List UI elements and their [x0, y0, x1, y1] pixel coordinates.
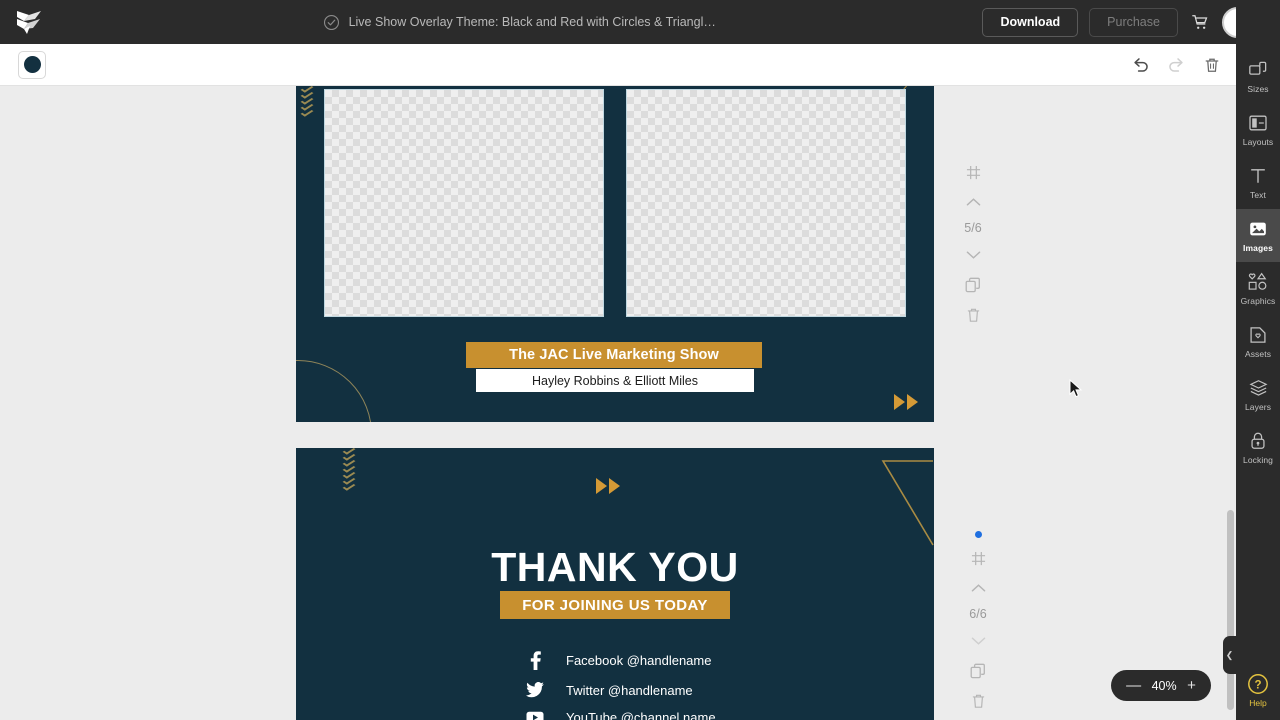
trash-icon[interactable]	[963, 305, 983, 325]
sidebar-item-label: Sizes	[1247, 83, 1269, 94]
sidebar-item-label: Locking	[1243, 454, 1273, 465]
sidebar-item-label: Assets	[1244, 348, 1272, 359]
sidebar-item-label: Layouts	[1242, 136, 1274, 147]
sidebar-item-graphics[interactable]: Graphics	[1236, 262, 1280, 315]
slide5-subtitle-plate[interactable]: Hayley Robbins & Elliott Miles	[476, 369, 754, 392]
history-actions	[1130, 55, 1222, 75]
canvas-slide-6[interactable]: THANK YOU FOR JOINING US TODAY Facebook …	[296, 448, 934, 720]
chevron-left-icon: ❮	[1225, 649, 1234, 660]
grid-icon[interactable]	[963, 162, 983, 182]
facebook-icon	[526, 651, 544, 670]
social-label: Twitter @handlename	[566, 682, 693, 698]
help-button[interactable]: ? Help	[1236, 673, 1280, 708]
duplicate-icon[interactable]	[968, 661, 988, 681]
sidebar-item-label: Images	[1243, 242, 1273, 253]
question-mark-circle-icon: ?	[1248, 674, 1268, 694]
slide5-title: The JAC Live Marketing Show	[509, 347, 719, 363]
redo-arrow-icon[interactable]	[1166, 55, 1186, 75]
photo-placeholder-right[interactable]	[626, 89, 906, 317]
mouse-cursor	[1069, 379, 1083, 398]
help-label: Help	[1249, 698, 1267, 708]
download-button[interactable]: Download	[982, 7, 1079, 37]
sidebar-item-sizes[interactable]: Sizes	[1236, 50, 1280, 103]
element-toolbar	[0, 44, 1236, 86]
brand-logo[interactable]	[0, 10, 56, 35]
gold-double-arrow-icon	[596, 478, 620, 494]
social-label: Facebook @handlename	[566, 653, 712, 668]
page-indicator: 6/6	[969, 607, 987, 621]
purchase-button[interactable]: Purchase	[1089, 7, 1178, 37]
sidebar-item-label: Layers	[1244, 401, 1272, 412]
top-bar: Live Show Overlay Theme: Black and Red w…	[0, 0, 1280, 44]
layouts-icon	[1248, 113, 1268, 134]
zoom-in-button[interactable]: +	[1187, 678, 1196, 693]
canvas-scroll-area[interactable]: The JAC Live Marketing Show Hayley Robbi…	[0, 86, 1236, 720]
editor-window: Live Show Overlay Theme: Black and Red w…	[0, 0, 1280, 720]
chevron-up-icon[interactable]	[968, 578, 988, 598]
page-controls-5: 5/6	[950, 162, 996, 325]
sidebar-item-locking[interactable]: Locking	[1236, 421, 1280, 474]
sidebar-item-images[interactable]: Images	[1236, 209, 1280, 262]
layers-stack-icon	[1248, 378, 1269, 399]
duplicate-icon[interactable]	[963, 275, 983, 295]
svg-text:?: ?	[1254, 679, 1261, 691]
page-controls-6: 6/6	[955, 531, 1001, 711]
image-icon	[1248, 219, 1268, 240]
sidebar-item-assets[interactable]: Assets	[1236, 315, 1280, 368]
slide5-title-plate[interactable]: The JAC Live Marketing Show	[466, 342, 762, 368]
gold-quarter-arc	[296, 360, 372, 422]
text-t-icon	[1248, 166, 1268, 187]
gold-open-triangle-icon	[881, 460, 934, 546]
list-item[interactable]: Facebook @handlename	[526, 651, 716, 670]
twitter-icon	[526, 682, 544, 698]
slide6-heading[interactable]: THANK YOU	[296, 544, 934, 591]
color-swatch-button[interactable]	[18, 50, 46, 79]
zoom-level-value: 40%	[1151, 678, 1177, 693]
grid-icon[interactable]	[968, 548, 988, 568]
youtube-icon	[526, 711, 544, 720]
graphics-shapes-icon	[1247, 272, 1269, 293]
chevron-down-icon[interactable]	[968, 631, 988, 651]
page-indicator: 5/6	[964, 221, 982, 235]
gold-chevrons-left	[342, 448, 356, 491]
social-label: YouTube @channel name	[566, 710, 716, 720]
document-title-group: Live Show Overlay Theme: Black and Red w…	[56, 14, 982, 31]
sidebar-item-label: Text	[1250, 189, 1266, 200]
assets-folder-icon	[1248, 325, 1268, 346]
document-title[interactable]: Live Show Overlay Theme: Black and Red w…	[349, 15, 716, 29]
undo-arrow-icon[interactable]	[1130, 55, 1150, 75]
canvas-slide-5[interactable]: The JAC Live Marketing Show Hayley Robbi…	[296, 86, 934, 422]
list-item[interactable]: Twitter @handlename	[526, 682, 716, 698]
sizes-icon	[1248, 60, 1268, 81]
padlock-icon	[1249, 431, 1267, 452]
sidebar-item-label: Graphics	[1240, 295, 1276, 306]
chevron-down-icon[interactable]	[963, 245, 983, 265]
zoom-control: — 40% +	[1111, 670, 1211, 701]
color-circle-icon	[23, 56, 41, 73]
check-circle-icon	[323, 14, 339, 30]
placeit-leaf-logo-icon	[16, 10, 41, 34]
list-item[interactable]: YouTube @channel name	[526, 710, 716, 720]
sidebar-collapse-button[interactable]: ❮	[1223, 636, 1236, 674]
slide5-subtitle: Hayley Robbins & Elliott Miles	[531, 373, 699, 388]
active-page-dot	[974, 531, 982, 538]
right-sidebar: Sizes Layouts Text Images Graphics Asset…	[1236, 0, 1280, 720]
sidebar-item-text[interactable]: Text	[1236, 156, 1280, 209]
sidebar-item-layers[interactable]: Layers	[1236, 368, 1280, 421]
canvas-vertical-scrollbar[interactable]	[1227, 510, 1234, 710]
sidebar-item-layouts[interactable]: Layouts	[1236, 103, 1280, 156]
slide6-social-list: Facebook @handlename Twitter @handlename	[526, 651, 716, 720]
trash-icon[interactable]	[968, 691, 988, 711]
delete-element-button[interactable]	[1202, 55, 1222, 75]
shopping-cart-icon[interactable]	[1189, 11, 1211, 33]
zoom-out-button[interactable]: —	[1126, 678, 1141, 693]
slide6-tagline: FOR JOINING US TODAY	[522, 596, 708, 614]
gold-double-arrow-icon	[894, 394, 918, 410]
photo-placeholder-left[interactable]	[324, 89, 604, 317]
chevron-up-icon[interactable]	[963, 192, 983, 212]
slide6-tagline-plate[interactable]: FOR JOINING US TODAY	[500, 591, 730, 619]
gold-chevrons-left	[300, 86, 314, 117]
